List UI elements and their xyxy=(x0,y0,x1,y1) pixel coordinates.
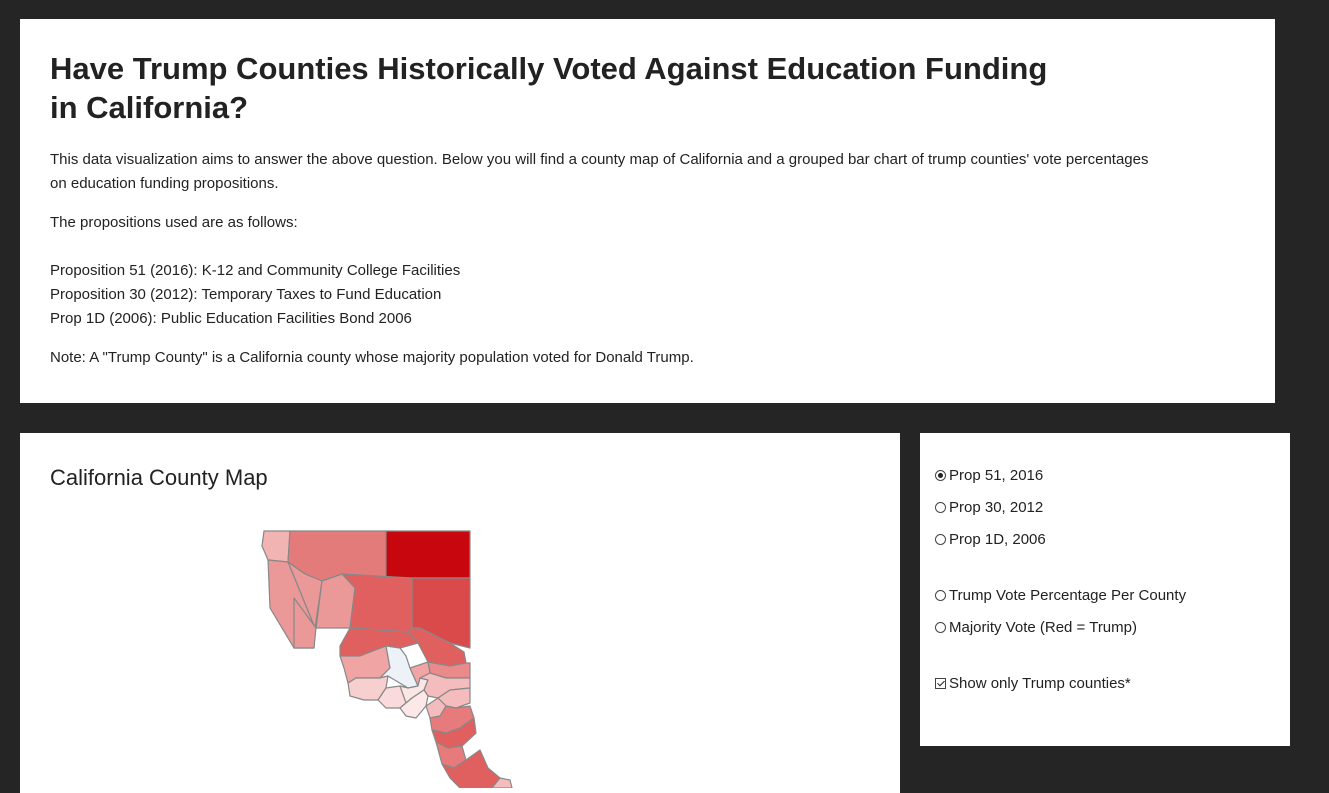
radio-button[interactable] xyxy=(935,590,946,601)
trump-vote-percentage-radio-option[interactable]: Trump Vote Percentage Per County xyxy=(935,587,1186,604)
radio-label: Prop 1D, 2006 xyxy=(949,531,1046,548)
proposition-item: Prop 1D (2006): Public Education Facilit… xyxy=(50,310,412,327)
map-panel: California County Map xyxy=(20,433,900,793)
county-del-norte[interactable] xyxy=(261,530,291,563)
map-title: California County Map xyxy=(50,465,268,490)
radio-button[interactable] xyxy=(935,534,946,545)
radio-label: Prop 30, 2012 xyxy=(949,499,1044,516)
prop30-radio-option[interactable]: Prop 30, 2012 xyxy=(935,499,1043,516)
propositions-list: Proposition 51 (2016): K-12 and Communit… xyxy=(50,259,1245,331)
radio-button[interactable] xyxy=(935,470,946,481)
checkbox[interactable] xyxy=(935,678,946,689)
description-text: This data visualization aims to answer t… xyxy=(50,151,1149,192)
california-county-map xyxy=(261,530,513,788)
radio-label: Majority Vote (Red = Trump) xyxy=(949,619,1137,636)
intro-panel: Have Trump Counties Historically Voted A… xyxy=(20,19,1275,403)
radio-button[interactable] xyxy=(935,502,946,513)
page-title: Have Trump Counties Historically Voted A… xyxy=(50,51,1048,125)
county-modoc[interactable] xyxy=(385,530,471,579)
radio-button[interactable] xyxy=(935,622,946,633)
note-text: Note: A "Trump County" is a California c… xyxy=(50,349,694,366)
propositions-heading: The propositions used are as follows: xyxy=(50,214,298,231)
prop51-radio-option[interactable]: Prop 51, 2016 xyxy=(935,467,1043,484)
prop1d-radio-option[interactable]: Prop 1D, 2006 xyxy=(935,531,1046,548)
proposition-item: Proposition 30 (2012): Temporary Taxes t… xyxy=(50,286,442,303)
trump-only-checkbox-option[interactable]: Show only Trump counties* xyxy=(935,675,1131,692)
radio-label: Prop 51, 2016 xyxy=(949,467,1044,484)
controls-panel: Prop 51, 2016 Prop 30, 2012 Prop 1D, 200… xyxy=(920,433,1290,746)
radio-label: Trump Vote Percentage Per County xyxy=(949,587,1187,604)
majority-vote-radio-option[interactable]: Majority Vote (Red = Trump) xyxy=(935,619,1137,636)
checkbox-label: Show only Trump counties* xyxy=(949,675,1131,692)
proposition-item: Proposition 51 (2016): K-12 and Communit… xyxy=(50,262,461,279)
